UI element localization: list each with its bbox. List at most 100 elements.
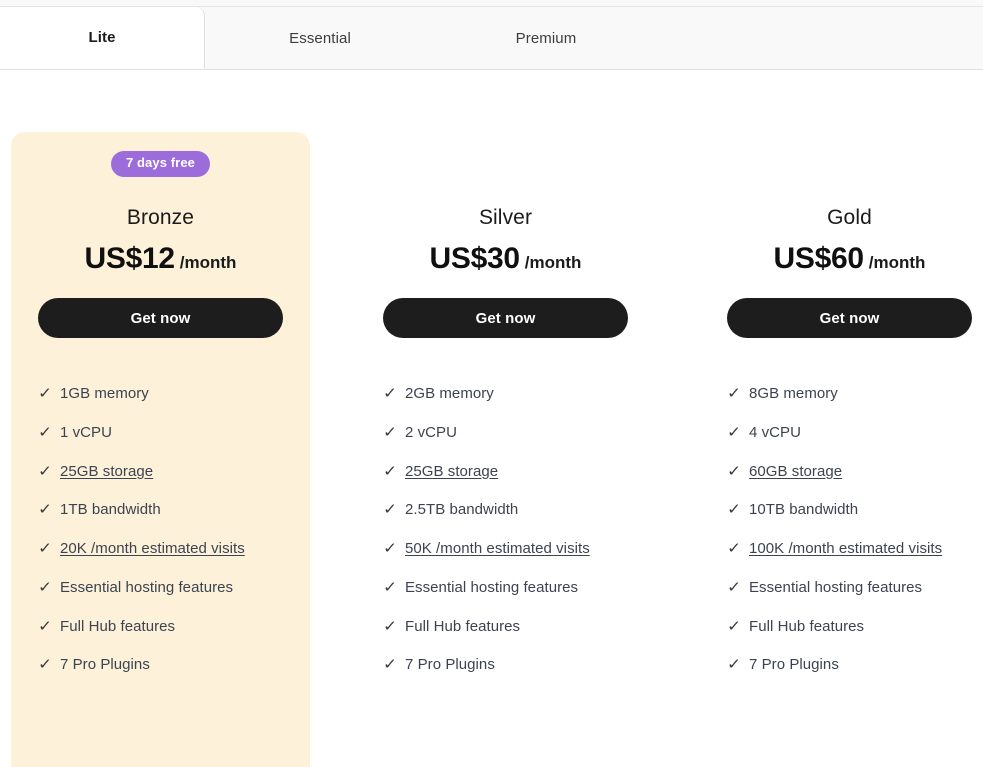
plan-grid: 7 days free Bronze US$12/month Get now ✓… [0,70,983,767]
feature-label: 8GB memory [749,385,838,403]
list-item: ✓ Essential hosting features [727,579,972,598]
list-item: ✓ 7 Pro Plugins [38,656,283,675]
feature-link[interactable]: 25GB storage [405,463,498,482]
plan-gold-badge-row [727,132,972,182]
list-item: ✓ 50K /month estimated visits [383,540,628,559]
plan-gold-feature-list: ✓ 8GB memory ✓ 4 vCPU ✓ 60GB storage ✓ 1… [727,385,972,675]
feature-link[interactable]: 50K /month estimated visits [405,540,590,559]
feature-link[interactable]: 100K /month estimated visits [749,540,942,559]
plan-gold-price-row: US$60/month [727,242,972,276]
feature-label: Full Hub features [405,617,521,635]
check-icon: ✓ [727,578,742,596]
feature-label: Essential hosting features [405,578,579,596]
list-item: ✓ 1TB bandwidth [38,501,283,520]
list-item: ✓ Essential hosting features [383,579,628,598]
list-item: ✓ 8GB memory [727,385,972,404]
list-item: ✓ 1 vCPU [38,424,283,443]
feature-label: 2GB memory [405,385,494,403]
tab-essential-label: Essential [289,29,351,47]
check-icon: ✓ [383,423,398,441]
plan-gold-name: Gold [827,206,872,229]
check-icon: ✓ [383,385,398,403]
plan-silver-period: /month [524,253,582,273]
check-icon: ✓ [383,617,398,635]
check-icon: ✓ [383,462,398,480]
list-item: ✓ 60GB storage [727,463,972,482]
plan-silver-price: US$30 [429,242,521,276]
feature-label: 1TB bandwidth [60,501,161,519]
status-badge: 7 days free [110,151,211,177]
get-now-button-gold[interactable]: Get now [727,298,972,339]
tab-list: Lite Essential Premium [0,7,983,69]
check-icon: ✓ [727,501,742,519]
check-icon: ✓ [38,423,53,441]
feature-label: 7 Pro Plugins [749,656,839,674]
list-item: ✓ 100K /month estimated visits [727,540,972,559]
feature-label: 2.5TB bandwidth [405,501,519,519]
plan-card-bronze-body: 7 days free Bronze US$12/month Get now ✓… [11,132,310,675]
feature-label: Essential hosting features [60,578,234,596]
feature-link[interactable]: 20K /month estimated visits [60,540,245,559]
feature-link[interactable]: 60GB storage [749,463,842,482]
feature-label: 1 vCPU [60,423,112,441]
check-icon: ✓ [727,617,742,635]
list-item: ✓ 10TB bandwidth [727,501,972,520]
plan-silver-badge-row [383,132,628,182]
check-icon: ✓ [727,423,742,441]
list-item: ✓ 7 Pro Plugins [727,656,972,675]
list-item: ✓ Essential hosting features [38,579,283,598]
check-icon: ✓ [38,385,53,403]
plan-bronze-badge-row: 7 days free [38,132,283,182]
feature-label: 7 Pro Plugins [60,656,150,674]
check-icon: ✓ [383,540,398,558]
list-item: ✓ 20K /month estimated visits [38,540,283,559]
feature-label: Full Hub features [60,617,176,635]
check-icon: ✓ [727,656,742,674]
get-now-button-bronze[interactable]: Get now [38,298,283,339]
plan-bronze-name: Bronze [126,206,195,229]
plan-bronze-price-row: US$12/month [38,242,283,276]
plan-silver-feature-list: ✓ 2GB memory ✓ 2 vCPU ✓ 25GB storage ✓ 2… [383,385,628,675]
feature-label: 7 Pro Plugins [405,656,495,674]
feature-label: 4 vCPU [749,423,801,441]
feature-link[interactable]: 25GB storage [60,463,153,482]
tab-premium[interactable]: Premium [435,7,657,69]
check-icon: ✓ [38,617,53,635]
list-item: ✓ 2GB memory [383,385,628,404]
feature-label: Essential hosting features [749,578,923,596]
check-icon: ✓ [38,540,53,558]
plan-bronze-feature-list: ✓ 1GB memory ✓ 1 vCPU ✓ 25GB storage ✓ 1… [38,385,283,675]
plan-card-bronze: 7 days free Bronze US$12/month Get now ✓… [11,132,310,767]
list-item: ✓ Full Hub features [727,618,972,637]
check-icon: ✓ [727,540,742,558]
plan-card-gold: Gold US$60/month Get now ✓ 8GB memory ✓ … [700,132,983,675]
plan-card-silver: Silver US$30/month Get now ✓ 2GB memory … [356,132,655,675]
check-icon: ✓ [383,501,398,519]
tab-lite-label: Lite [88,29,116,46]
list-item: ✓ 25GB storage [383,463,628,482]
plan-card-silver-body: Silver US$30/month Get now ✓ 2GB memory … [356,132,655,675]
plan-bronze-price: US$12 [84,242,176,276]
list-item: ✓ 2 vCPU [383,424,628,443]
tab-essential[interactable]: Essential [205,7,435,69]
list-item: ✓ 1GB memory [38,385,283,404]
plan-card-gold-body: Gold US$60/month Get now ✓ 8GB memory ✓ … [700,132,983,675]
plan-tier-tabbar: Lite Essential Premium [0,7,983,70]
tab-lite[interactable]: Lite [0,7,205,69]
get-now-button-silver[interactable]: Get now [383,298,628,339]
list-item: ✓ 25GB storage [38,463,283,482]
tab-premium-label: Premium [515,29,577,47]
feature-label: Full Hub features [749,617,865,635]
check-icon: ✓ [727,462,742,480]
check-icon: ✓ [383,656,398,674]
plan-silver-name: Silver [478,206,533,229]
plan-gold-period: /month [868,253,926,273]
window-top-strip [0,0,983,7]
list-item: ✓ Full Hub features [38,618,283,637]
feature-label: 2 vCPU [405,423,457,441]
plan-silver-price-row: US$30/month [383,242,628,276]
check-icon: ✓ [38,462,53,480]
check-icon: ✓ [38,656,53,674]
feature-label: 1GB memory [60,385,149,403]
check-icon: ✓ [38,578,53,596]
